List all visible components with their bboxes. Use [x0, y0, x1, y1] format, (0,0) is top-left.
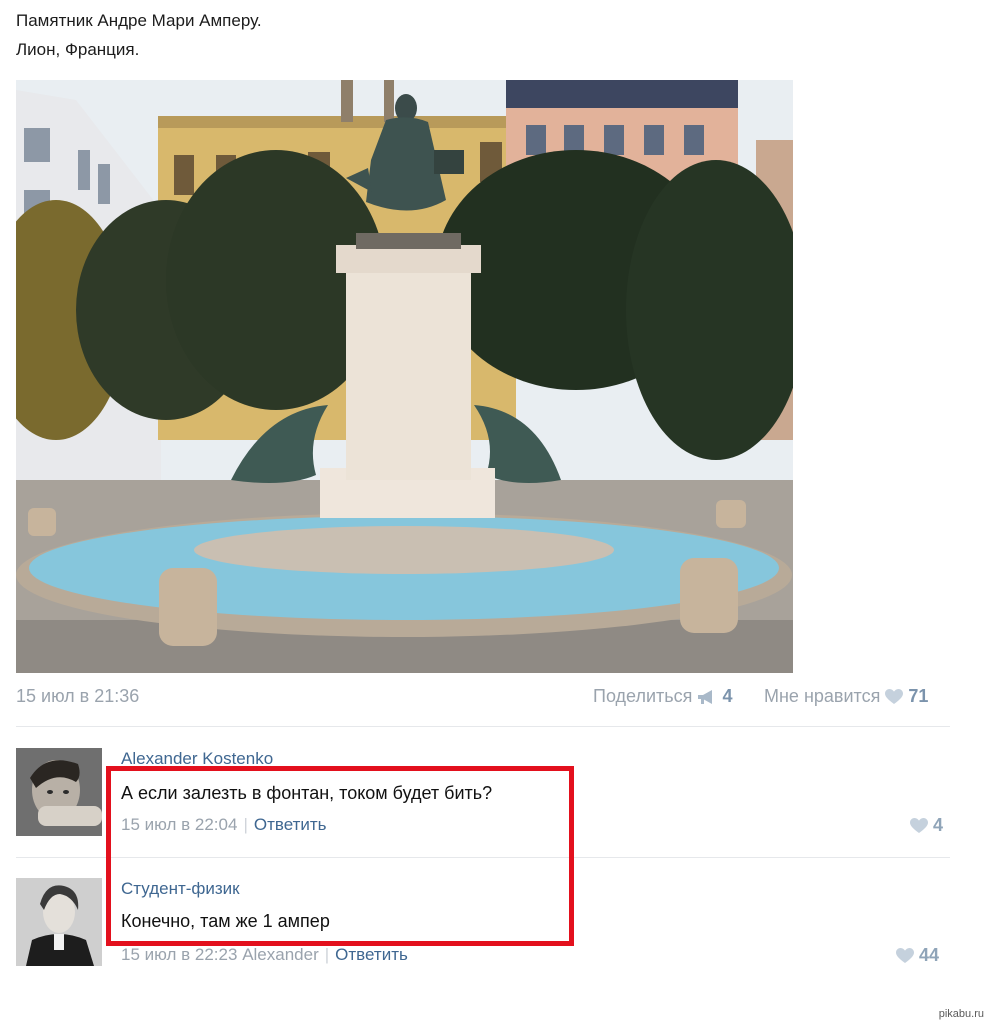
- share-button[interactable]: Поделиться 4: [593, 686, 732, 707]
- comment-like-count: 44: [919, 945, 940, 965]
- post-location-line: Лион, Франция.: [16, 40, 140, 59]
- comment-like-count: 4: [933, 815, 944, 835]
- heart-icon: [910, 818, 928, 834]
- like-button[interactable]: Мне нравится 71: [764, 686, 928, 707]
- like-count: 71: [908, 686, 929, 706]
- separator: |: [324, 945, 330, 964]
- reply-to-name[interactable]: Alexander: [242, 945, 319, 964]
- megaphone-icon: [698, 690, 713, 705]
- post-text: Памятник Андре Мари Амперу. Лион, Франци…: [16, 6, 262, 64]
- share-count: 4: [722, 686, 733, 706]
- heart-icon: [896, 948, 914, 964]
- divider: [16, 726, 950, 727]
- comment-date[interactable]: 15 июл в 22:04: [121, 815, 237, 834]
- watermark: pikabu.ru: [938, 1008, 984, 1020]
- separator: |: [243, 815, 248, 834]
- avatar[interactable]: [16, 748, 102, 836]
- like-label: Мне нравится: [764, 686, 881, 706]
- avatar[interactable]: [16, 878, 102, 966]
- post-photo[interactable]: [16, 80, 793, 673]
- post-date[interactable]: 15 июл в 21:36: [16, 686, 139, 707]
- statue-fountain-image: [16, 80, 793, 673]
- comment-meta: 15 июл в 22:23 Alexander | Ответить: [121, 945, 408, 965]
- reply-button[interactable]: Ответить: [335, 945, 408, 964]
- share-label: Поделиться: [593, 686, 693, 706]
- comment-like-button[interactable]: 44: [896, 945, 939, 966]
- comment-like-button[interactable]: 4: [910, 815, 943, 836]
- divider: [16, 857, 950, 858]
- post-title-line: Памятник Андре Мари Амперу.: [16, 11, 262, 30]
- reply-button[interactable]: Ответить: [254, 815, 327, 834]
- comment-text: Конечно, там же 1 ампер: [121, 911, 330, 931]
- heart-icon: [885, 689, 904, 705]
- comment-meta: 15 июл в 22:04 | Ответить: [121, 815, 327, 835]
- comment-date[interactable]: 15 июл в 22:23: [121, 945, 237, 964]
- comment-author[interactable]: Alexander Kostenko: [121, 749, 273, 769]
- comment-author[interactable]: Студент-физик: [121, 879, 240, 899]
- comment-text: А если залезть в фонтан, током будет бит…: [121, 783, 493, 803]
